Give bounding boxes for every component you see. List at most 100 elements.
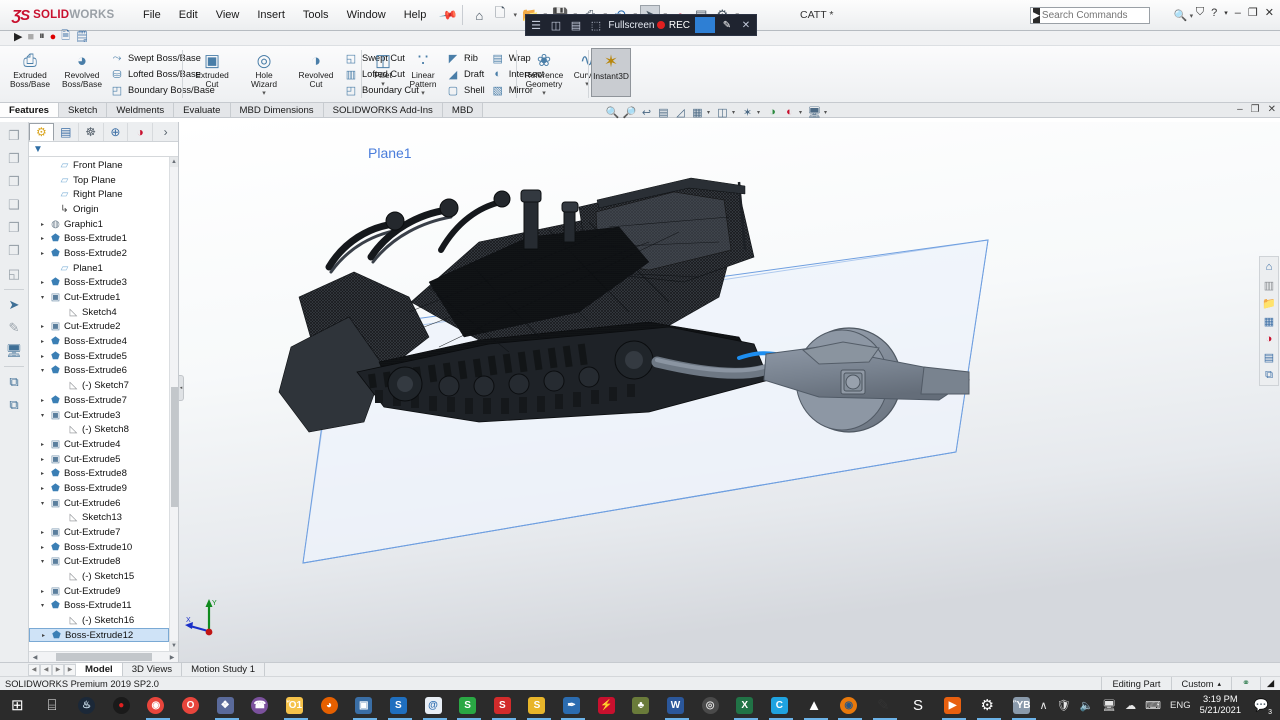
edit-macro-icon[interactable]: 🗎 xyxy=(61,27,70,46)
extruded-boss-base-button[interactable]: ⎙ Extruded Boss/Base xyxy=(4,48,56,89)
feature-tree-item[interactable]: ◺ (-) Sketch7 xyxy=(29,378,169,393)
feature-tree-item[interactable]: ↳ Origin xyxy=(29,202,169,217)
expand-arrow-open-icon[interactable]: ▾ xyxy=(37,602,48,609)
antivirus-tray-icon[interactable]: 🛡 xyxy=(1057,699,1071,712)
help-icon[interactable]: ? xyxy=(1211,7,1217,19)
photo-editor-icon[interactable]: ❖ xyxy=(208,690,243,720)
excel-icon[interactable]: X xyxy=(727,690,762,720)
steam-icon[interactable]: ♨ xyxy=(69,690,104,720)
feature-tree-scroll-region[interactable]: ▱ Front Plane ▱ Top Plane ▱ Right Plane ↳ Origi… xyxy=(29,157,178,651)
solidworks-icon-3[interactable]: S xyxy=(485,690,520,720)
onedrive-tray-icon[interactable]: ☁ xyxy=(1125,699,1136,712)
hscroll-left-arrow[interactable]: ◀ xyxy=(30,654,40,661)
edrawings-icon[interactable]: ✒ xyxy=(554,690,589,720)
edit-appearance-icon[interactable]: ✶ xyxy=(740,105,755,120)
hscroll-thumb[interactable] xyxy=(55,653,152,661)
window-capture-icon[interactable]: ◫ xyxy=(546,19,566,32)
panel-icon-1[interactable]: ⧉ xyxy=(4,372,25,392)
expand-arrow-closed-icon[interactable]: ▸ xyxy=(37,221,48,228)
revolved-boss-base-button[interactable]: ◕ Revolved Boss/Base xyxy=(56,48,108,89)
expand-arrow-closed-icon[interactable]: ▸ xyxy=(37,397,48,404)
fillet-button[interactable]: ◫ Fillet ▾ xyxy=(364,48,402,88)
fullscreen-capture-icon[interactable]: ⬚ xyxy=(586,19,606,32)
feature-tree-item[interactable]: ▱ Right Plane xyxy=(29,187,169,202)
expand-arrow-open-icon[interactable]: ▾ xyxy=(37,367,48,374)
opera-icon[interactable]: O xyxy=(173,690,208,720)
expand-arrow-closed-icon[interactable]: ▸ xyxy=(38,632,49,639)
expand-arrow-closed-icon[interactable]: ▸ xyxy=(37,338,48,345)
previous-view-icon[interactable]: ↩ xyxy=(639,105,654,120)
search-input[interactable] xyxy=(1041,10,1174,21)
bluestacks-icon[interactable]: ▣ xyxy=(346,690,381,720)
feature-tree-item[interactable]: ▸ ▣ Cut-Extrude4 xyxy=(29,437,169,452)
sony-vegas-icon[interactable]: S xyxy=(901,690,936,720)
home-icon[interactable]: ⌂ xyxy=(469,5,489,25)
menu-edit[interactable]: Edit xyxy=(170,5,207,25)
hscroll-right-arrow[interactable]: ▶ xyxy=(167,654,177,661)
vlc-icon[interactable]: ▲ xyxy=(797,690,832,720)
tab-weldments[interactable]: Weldments xyxy=(107,103,175,117)
solidworks-icon-4[interactable]: S xyxy=(520,690,555,720)
reference-geometry-button[interactable]: ❀ Reference Geometry ▾ xyxy=(519,48,569,97)
rail-icon-7[interactable]: ◱ xyxy=(4,264,25,284)
zoom-to-fit-icon[interactable]: 🔍 xyxy=(605,105,620,120)
viewport-caret[interactable]: ▾ xyxy=(824,109,830,116)
paint-icon[interactable]: ✎ xyxy=(866,690,901,720)
expand-arrow-closed-icon[interactable]: ▸ xyxy=(37,441,48,448)
linear-pattern-caret[interactable]: ▾ xyxy=(421,89,425,97)
feature-tree-item[interactable]: ▸ ⬟ Boss-Extrude12 xyxy=(29,628,169,642)
feature-tree-item[interactable]: ▸ ◍ Graphic1 xyxy=(29,217,169,232)
scroll-down-arrow[interactable]: ▼ xyxy=(170,641,178,651)
view-palette-icon[interactable]: ◑ xyxy=(1261,331,1277,347)
property-manager-tab[interactable]: ▤ xyxy=(54,122,79,141)
game-icon[interactable]: ♣ xyxy=(624,690,659,720)
solidworks-icon-1[interactable]: S xyxy=(381,690,416,720)
feature-tree-item[interactable]: ▾ ▣ Cut-Extrude1 xyxy=(29,290,169,305)
tab-evaluate[interactable]: Evaluate xyxy=(174,103,231,117)
tab-mbd[interactable]: MBD xyxy=(442,103,484,117)
volume-tray-icon[interactable]: 🔈 xyxy=(1079,699,1093,712)
region-capture-icon[interactable]: ▤ xyxy=(566,19,586,32)
start-button[interactable]: ⊞ xyxy=(0,690,35,720)
feature-tree-item[interactable]: ▸ ▣ Cut-Extrude9 xyxy=(29,584,169,599)
network-tray-icon[interactable]: 🖥 xyxy=(1102,699,1116,712)
rail-icon-5[interactable]: ❐ xyxy=(4,218,25,238)
maximize-button[interactable]: ❐ xyxy=(1248,6,1258,19)
instant3d-button[interactable]: ✶ Instant3D xyxy=(591,48,631,97)
display-style-caret[interactable]: ▾ xyxy=(707,109,713,116)
expand-arrow-open-icon[interactable]: ▾ xyxy=(37,294,48,301)
pin-icon[interactable]: 📌 xyxy=(439,5,459,25)
rail-icon-2[interactable]: ❐ xyxy=(4,149,25,169)
close-button[interactable]: ✕ xyxy=(1265,6,1274,19)
pen-icon[interactable]: ✎ xyxy=(718,20,736,31)
expand-arrow-closed-icon[interactable]: ▸ xyxy=(37,588,48,595)
close-doc-button[interactable]: ✕ xyxy=(1268,104,1276,115)
rail-icon-6[interactable]: ❒ xyxy=(4,241,25,261)
expand-arrow-closed-icon[interactable]: ▸ xyxy=(37,456,48,463)
ccleaner-icon[interactable]: C xyxy=(762,690,797,720)
display-manager-tab[interactable]: ◑ xyxy=(128,122,154,141)
file-explorer-icon[interactable]: Ὄ1 xyxy=(277,690,312,720)
expand-arrow-open-icon[interactable]: ▾ xyxy=(37,500,48,507)
view-settings-caret[interactable]: ▾ xyxy=(799,109,805,116)
record-button[interactable]: REC xyxy=(656,20,690,31)
feature-tree-item[interactable]: ◺ (-) Sketch15 xyxy=(29,569,169,584)
fillet-caret[interactable]: ▾ xyxy=(381,80,385,88)
stop-macro-icon[interactable]: ■ xyxy=(27,31,34,43)
recorder-icon[interactable]: ● xyxy=(104,690,139,720)
dimxpert-manager-tab[interactable]: ⊕ xyxy=(104,122,129,141)
pause-record-icon[interactable]: ⏸ xyxy=(39,30,45,43)
new-document-icon[interactable]: 🗋 xyxy=(490,5,510,25)
status-units[interactable]: Custom ▴ xyxy=(1170,677,1232,690)
solidworks-icon-2[interactable]: S xyxy=(450,690,485,720)
rail-icon-3[interactable]: ❐ xyxy=(4,172,25,192)
draft-button[interactable]: ◢ Draft xyxy=(444,66,489,82)
rib-button[interactable]: ◤ Rib xyxy=(444,50,489,66)
hole-wizard-caret[interactable]: ▾ xyxy=(262,89,266,97)
hide-show-items-icon[interactable]: ◫ xyxy=(715,105,730,120)
feature-tree-vertical-scrollbar[interactable]: ▲ ▼ xyxy=(169,157,178,651)
rail-icon-4[interactable]: ❑ xyxy=(4,195,25,215)
graphics-area[interactable]: Plane1 Y X ⌂ ▥ 📁 ▦ ◑ ▤ ⧉ xyxy=(179,122,1280,662)
language-indicator[interactable]: ENG xyxy=(1170,700,1191,711)
magnifier-icon[interactable]: 🔍 xyxy=(1174,9,1188,22)
